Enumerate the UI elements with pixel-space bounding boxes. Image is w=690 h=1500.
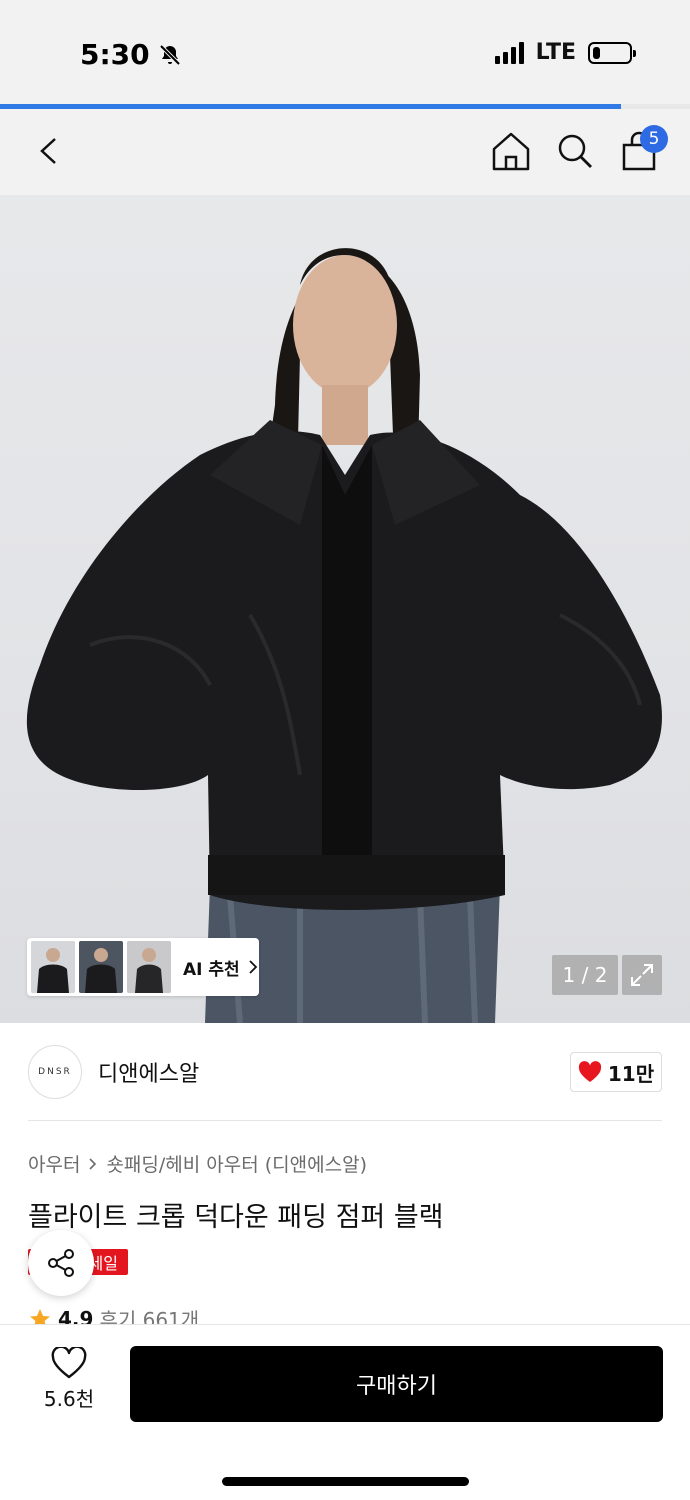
search-icon[interactable] bbox=[554, 129, 596, 173]
share-button[interactable] bbox=[28, 1230, 94, 1296]
wishlist-button[interactable]: 5.6천 bbox=[36, 1347, 102, 1412]
brand-row[interactable]: DNSR 디앤에스알 11만 bbox=[28, 1045, 662, 1099]
brand-name[interactable]: 디앤에스알 bbox=[98, 1056, 199, 1088]
battery-level bbox=[593, 46, 600, 59]
signal-icon bbox=[494, 41, 524, 64]
bottom-action-bar: 5.6천 구매하기 bbox=[0, 1324, 690, 1500]
brand-logo[interactable]: DNSR bbox=[28, 1045, 82, 1099]
battery-icon bbox=[588, 41, 636, 64]
wishlist-count: 5.6천 bbox=[43, 1387, 95, 1411]
bell-muted-icon bbox=[159, 44, 181, 65]
clock: 5:30 bbox=[80, 38, 150, 71]
back-icon[interactable] bbox=[30, 131, 70, 171]
breadcrumb-category[interactable]: 아우터 bbox=[28, 1150, 80, 1177]
breadcrumb: 아우터 숏패딩/헤비 아우터 (디앤에스알) bbox=[28, 1150, 367, 1177]
divider bbox=[28, 1120, 662, 1121]
breadcrumb-subcategory[interactable]: 숏패딩/헤비 아우터 (디앤에스알) bbox=[106, 1150, 367, 1177]
expand-icon bbox=[631, 964, 653, 986]
heart-filled-icon bbox=[578, 1061, 602, 1082]
ai-recommend-text: AI 추천 bbox=[183, 959, 240, 980]
nav-actions: 5 bbox=[490, 125, 668, 173]
image-counter: 1 / 2 bbox=[552, 955, 618, 995]
share-icon bbox=[48, 1249, 74, 1277]
heart-outline-icon bbox=[51, 1347, 87, 1379]
cart-count-badge: 5 bbox=[640, 125, 668, 153]
product-image[interactable]: 1 / 2 bbox=[0, 195, 690, 1023]
buy-button[interactable]: 구매하기 bbox=[130, 1346, 663, 1422]
status-indicators: LTE bbox=[494, 40, 636, 65]
network-type: LTE bbox=[535, 40, 576, 65]
product-photo bbox=[26, 248, 662, 1023]
home-icon[interactable] bbox=[490, 129, 532, 173]
expand-button[interactable] bbox=[622, 955, 662, 995]
product-title: 플라이트 크롭 덕다운 패딩 점퍼 블랙 bbox=[28, 1202, 444, 1233]
chevron-right-icon bbox=[249, 960, 257, 974]
ai-thumbnail bbox=[31, 941, 75, 993]
top-nav: 5 bbox=[0, 109, 690, 195]
cart-button[interactable]: 5 bbox=[618, 125, 668, 173]
brand-like-count: 11만 bbox=[607, 1061, 655, 1086]
ai-thumbnail bbox=[79, 941, 123, 993]
home-indicator bbox=[222, 1477, 469, 1486]
chevron-right-icon bbox=[89, 1157, 97, 1170]
ai-recommend-label: AI 추천 bbox=[183, 955, 258, 980]
status-time: 5:30 bbox=[80, 38, 182, 71]
brand-like-button[interactable]: 11만 bbox=[570, 1052, 662, 1092]
status-bar: 5:30 LTE bbox=[0, 0, 690, 106]
ai-thumbnail bbox=[127, 941, 171, 993]
ai-recommend-button[interactable]: AI 추천 bbox=[27, 938, 259, 996]
